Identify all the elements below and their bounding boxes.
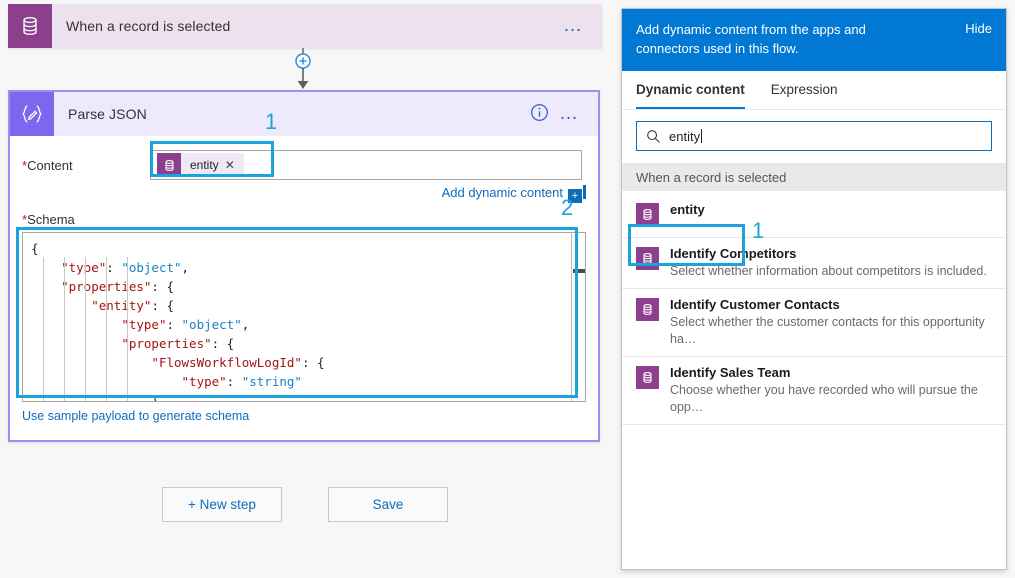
- schema-code[interactable]: { "type": "object", "properties": { "ent…: [23, 233, 585, 402]
- list-item-title: Identify Competitors: [670, 246, 797, 261]
- search-input[interactable]: entity: [636, 121, 992, 151]
- schema-scrollbar-thumb[interactable]: [573, 269, 585, 273]
- list-item-text: Identify Sales Team Choose whether you ha…: [659, 365, 992, 416]
- entity-token-chip[interactable]: entity ✕: [157, 153, 244, 177]
- content-input[interactable]: entity ✕: [150, 150, 582, 180]
- search-input-value: entity: [669, 128, 701, 144]
- trigger-card[interactable]: When a record is selected …: [8, 4, 602, 48]
- list-item-title: Identify Customer Contacts: [670, 297, 840, 312]
- schema-code-line: "FlowsWorkflowLogId": {: [151, 355, 325, 370]
- tab-expression[interactable]: Expression: [771, 71, 838, 109]
- list-item[interactable]: Identify Sales Team Choose whether you ha…: [622, 357, 1006, 425]
- content-label: *Content: [22, 158, 150, 173]
- add-step-connector[interactable]: [294, 48, 312, 92]
- schema-code-line: "properties": {: [121, 336, 235, 351]
- list-item[interactable]: Identify Customer Contacts Select whether…: [622, 289, 1006, 357]
- indent-guide: [127, 257, 128, 401]
- indent-guide: [106, 257, 107, 401]
- text-caret: [701, 129, 703, 143]
- trigger-title: When a record is selected: [66, 18, 231, 34]
- schema-code-line: {: [31, 241, 39, 256]
- parse-json-overflow-menu-icon[interactable]: …: [559, 104, 580, 123]
- list-item[interactable]: Identify Competitors Select whether infor…: [622, 238, 1006, 289]
- schema-code-line: "properties": {: [61, 279, 174, 294]
- database-icon: [636, 203, 659, 226]
- database-icon: [636, 366, 659, 389]
- database-icon: [157, 153, 181, 177]
- schema-label-text: Schema: [27, 212, 75, 227]
- list-item-text: Identify Customer Contacts Select whether…: [659, 297, 992, 348]
- token-label: entity: [190, 158, 219, 172]
- tab-dynamic-content[interactable]: Dynamic content: [636, 71, 745, 109]
- list-item-text: entity: [659, 202, 705, 218]
- new-step-button[interactable]: + New step: [162, 487, 282, 522]
- list-item-description: Select whether the customer contacts for…: [670, 315, 985, 346]
- plus-icon[interactable]: +: [568, 189, 582, 203]
- designer-action-buttons: + New step Save: [0, 487, 610, 522]
- dynamic-content-group-header: When a record is selected: [622, 163, 1006, 191]
- dynamic-content-panel: Add dynamic content from the apps and co…: [621, 8, 1007, 570]
- list-item[interactable]: entity: [622, 191, 1006, 238]
- schema-code-line: "type": "string": [181, 374, 302, 389]
- parse-json-title: Parse JSON: [68, 106, 147, 122]
- close-icon[interactable]: ✕: [225, 158, 244, 172]
- dynamic-content-tabs: Dynamic content Expression: [622, 71, 1006, 110]
- schema-code-line: },: [151, 393, 167, 402]
- content-field-row: *Content entity ✕: [10, 150, 598, 180]
- list-item-title: entity: [670, 202, 705, 217]
- schema-editor[interactable]: { "type": "object", "properties": { "ent…: [22, 232, 586, 402]
- text-caret: [583, 185, 586, 199]
- list-item-text: Identify Competitors Select whether infor…: [659, 246, 987, 280]
- indent-guide: [64, 257, 65, 401]
- braces-pencil-icon: [10, 92, 54, 136]
- database-icon: [636, 298, 659, 321]
- flow-designer-pane: When a record is selected … Parse JSON ……: [0, 0, 610, 578]
- save-button[interactable]: Save: [328, 487, 448, 522]
- parse-json-card: Parse JSON … *Content entity ✕ Add dynam…: [8, 90, 600, 442]
- indent-guide: [43, 257, 44, 401]
- content-label-text: Content: [27, 157, 73, 173]
- trigger-overflow-menu-icon[interactable]: …: [563, 16, 584, 35]
- dynamic-content-panel-description: Add dynamic content from the apps and co…: [636, 22, 866, 56]
- schema-code-line: "type": "object",: [61, 260, 190, 275]
- use-sample-payload-link[interactable]: Use sample payload to generate schema: [10, 409, 249, 423]
- list-item-title: Identify Sales Team: [670, 365, 791, 380]
- schema-code-line: "type": "object",: [121, 317, 250, 332]
- dynamic-content-panel-header: Add dynamic content from the apps and co…: [622, 9, 1006, 71]
- database-icon: [8, 4, 52, 48]
- add-dynamic-content-row: Add dynamic content +: [10, 185, 598, 203]
- schema-scrollbar[interactable]: [571, 233, 585, 401]
- indent-guide: [85, 257, 86, 401]
- add-dynamic-content-link[interactable]: Add dynamic content: [442, 185, 563, 200]
- list-item-description: Choose whether you have recorded who wil…: [670, 383, 978, 414]
- schema-label: *Schema: [10, 212, 598, 227]
- parse-json-header[interactable]: Parse JSON …: [10, 92, 598, 136]
- list-item-description: Select whether information about competi…: [670, 264, 987, 278]
- database-icon: [636, 247, 659, 270]
- hide-panel-button[interactable]: Hide: [965, 20, 992, 36]
- info-icon[interactable]: [530, 103, 549, 125]
- search-wrapper: entity: [622, 110, 1006, 163]
- schema-code-line: "entity": {: [91, 298, 175, 313]
- dynamic-content-list: entity Identify Competitors Select whether…: [622, 191, 1006, 425]
- search-icon: [637, 129, 669, 144]
